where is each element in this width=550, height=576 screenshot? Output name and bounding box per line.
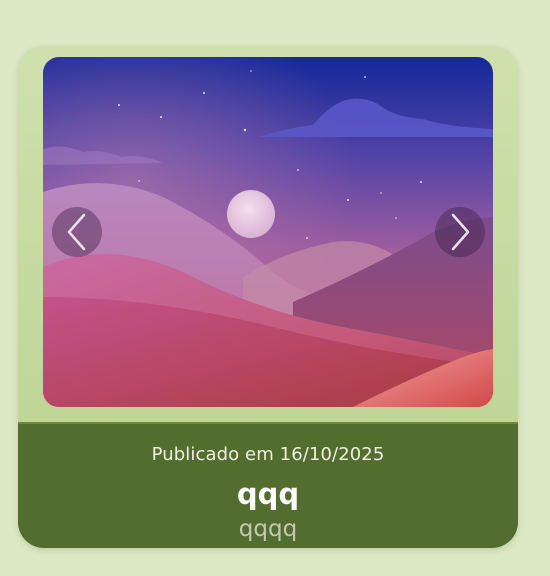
post-card: Publicado em 16/10/2025 qqq qqqq — [18, 46, 518, 548]
carousel-prev-button[interactable] — [52, 207, 102, 257]
post-title: qqq — [236, 477, 300, 511]
card-media-area — [18, 46, 518, 422]
carousel-image — [43, 57, 493, 407]
post-description: qqqq — [238, 516, 298, 542]
carousel-next-button[interactable] — [435, 207, 485, 257]
chevron-right-icon — [451, 213, 470, 251]
landscape-illustration — [43, 57, 493, 407]
published-date: Publicado em 16/10/2025 — [151, 444, 385, 465]
chevron-left-icon — [67, 213, 86, 251]
card-footer: Publicado em 16/10/2025 qqq qqqq — [18, 422, 518, 548]
